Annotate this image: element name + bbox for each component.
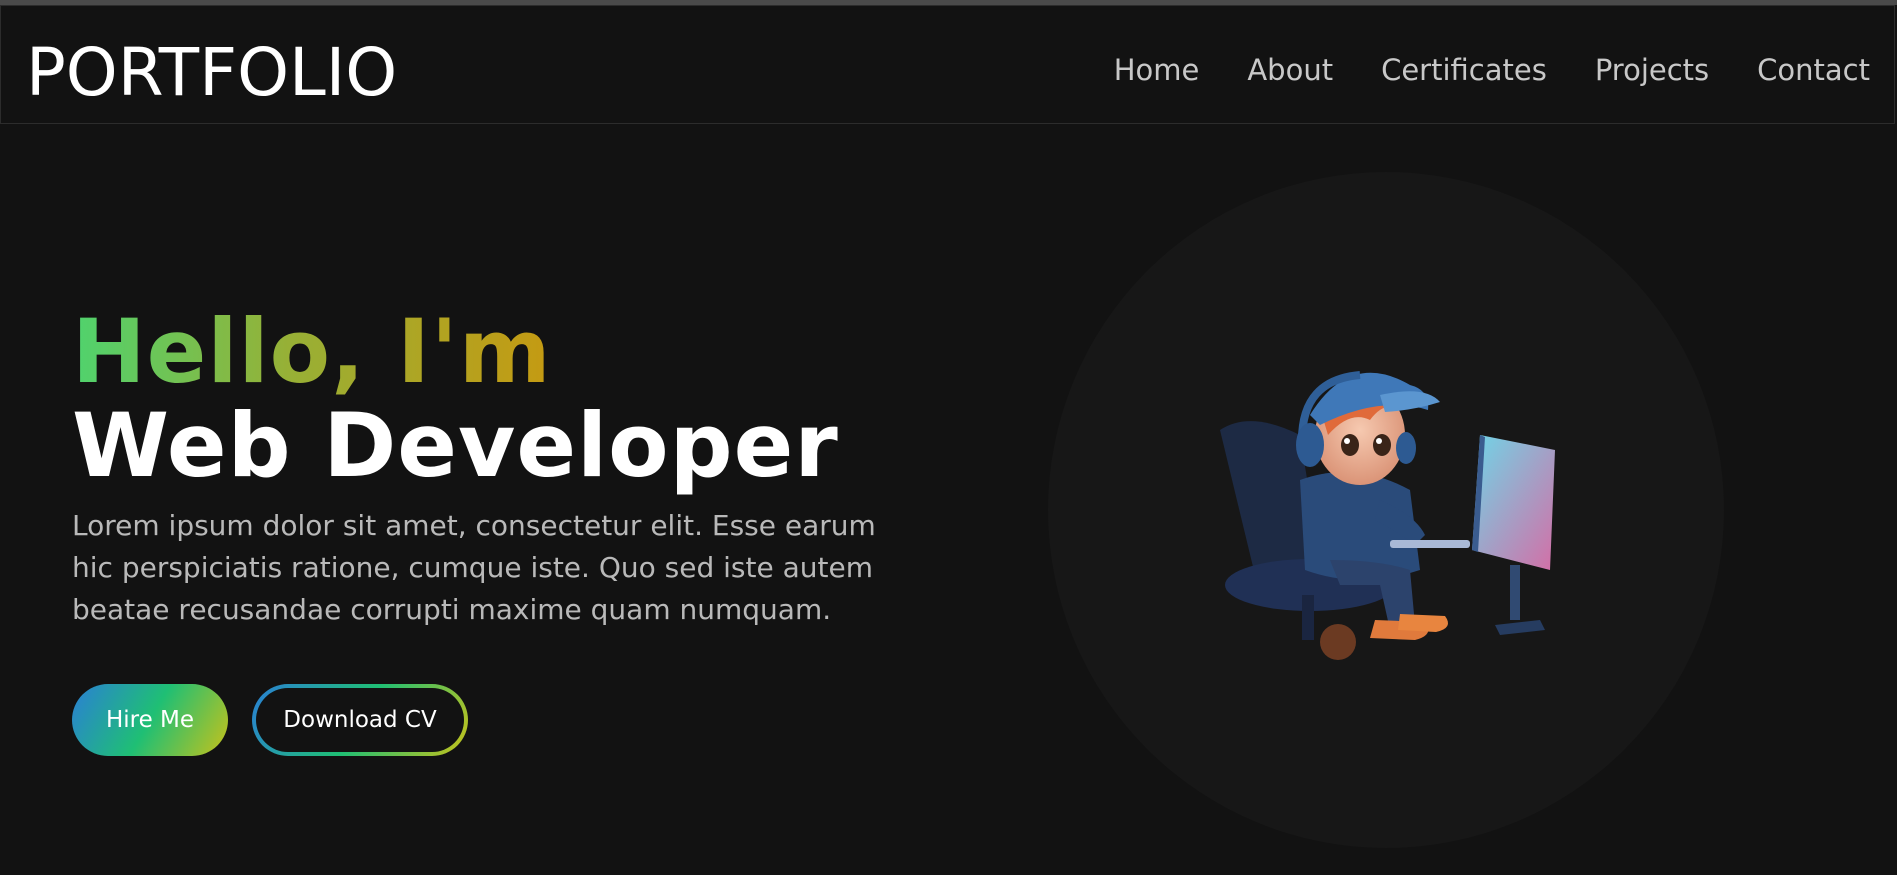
hero-description: Lorem ipsum dolor sit amet, consectetur … bbox=[72, 509, 876, 626]
developer-avatar-illustration bbox=[1220, 371, 1555, 660]
nav-link-certificates[interactable]: Certificates bbox=[1381, 50, 1547, 90]
navbar: PORTFOLIO Home About Certificates Projec… bbox=[0, 5, 1895, 124]
nav-link-home[interactable]: Home bbox=[1114, 50, 1200, 90]
hero-role-title: Web Developer bbox=[72, 394, 839, 497]
hire-me-button[interactable]: Hire Me bbox=[72, 684, 228, 756]
download-cv-label: Download CV bbox=[256, 688, 464, 752]
main-nav: Home About Certificates Projects Contact bbox=[1114, 50, 1870, 90]
site-logo[interactable]: PORTFOLIO bbox=[26, 30, 397, 116]
nav-link-about[interactable]: About bbox=[1247, 50, 1333, 90]
nav-link-contact[interactable]: Contact bbox=[1757, 50, 1870, 90]
download-cv-button[interactable]: Download CV bbox=[252, 684, 468, 756]
nav-link-projects[interactable]: Projects bbox=[1595, 50, 1709, 90]
hero-greeting: Hello, I'm bbox=[72, 300, 552, 403]
